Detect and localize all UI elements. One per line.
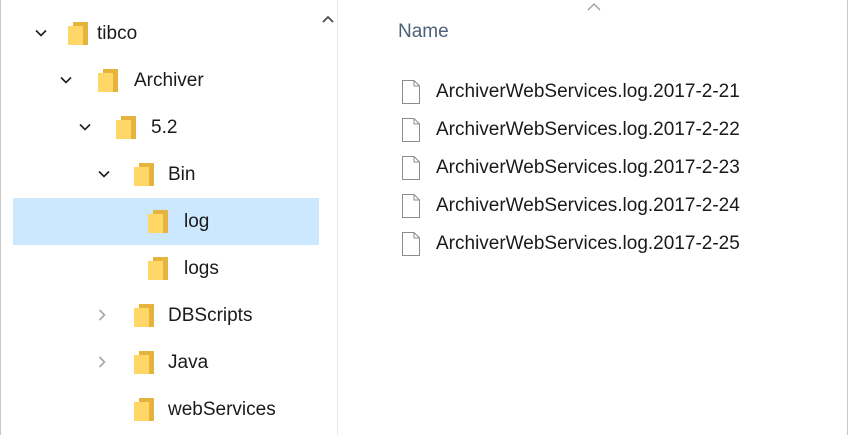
folder-icon bbox=[133, 350, 155, 375]
file-row[interactable]: ArchiverWebServices.log.2017-2-21 bbox=[398, 72, 838, 110]
file-explorer-window: tibco Archiver 5.2 Bin log logs DBScript… bbox=[0, 0, 848, 435]
file-list-pane: Name ArchiverWebServices.log.2017-2-21 A… bbox=[338, 0, 847, 435]
tree-item-logs[interactable]: logs bbox=[13, 245, 319, 292]
tree-item-webservices[interactable]: webServices bbox=[13, 386, 319, 433]
tree-item-label: DBScripts bbox=[168, 305, 253, 326]
chevron-down-icon[interactable] bbox=[33, 25, 49, 41]
tree-item-5-2[interactable]: 5.2 bbox=[13, 104, 319, 151]
folder-icon bbox=[147, 256, 169, 281]
file-row[interactable]: ArchiverWebServices.log.2017-2-23 bbox=[398, 148, 838, 186]
chevron-right-icon[interactable] bbox=[94, 354, 110, 370]
tree-item-label: webServices bbox=[168, 399, 276, 420]
file-row[interactable]: ArchiverWebServices.log.2017-2-22 bbox=[398, 110, 838, 148]
tree-item-label: logs bbox=[184, 258, 219, 279]
tree-item-dbscripts[interactable]: DBScripts bbox=[13, 292, 319, 339]
tree-item-bin[interactable]: Bin bbox=[13, 151, 319, 198]
file-name: ArchiverWebServices.log.2017-2-24 bbox=[436, 195, 740, 216]
file-name: ArchiverWebServices.log.2017-2-23 bbox=[436, 157, 740, 178]
folder-icon bbox=[97, 68, 119, 93]
folder-icon bbox=[133, 397, 155, 422]
navigation-scrollbar[interactable] bbox=[320, 0, 336, 435]
folder-icon bbox=[115, 115, 137, 140]
file-icon bbox=[401, 117, 421, 143]
file-name: ArchiverWebServices.log.2017-2-25 bbox=[436, 233, 740, 254]
folder-icon bbox=[67, 21, 89, 46]
file-row[interactable]: ArchiverWebServices.log.2017-2-25 bbox=[398, 224, 838, 262]
tree-item-log[interactable]: log bbox=[13, 198, 319, 245]
navigation-pane: tibco Archiver 5.2 Bin log logs DBScript… bbox=[1, 0, 319, 435]
tree-item-label: 5.2 bbox=[151, 117, 178, 138]
chevron-right-icon[interactable] bbox=[94, 307, 110, 323]
chevron-down-icon[interactable] bbox=[58, 72, 74, 88]
chevron-down-icon[interactable] bbox=[96, 166, 112, 182]
file-name: ArchiverWebServices.log.2017-2-21 bbox=[436, 81, 740, 102]
file-icon bbox=[401, 231, 421, 257]
chevron-down-icon[interactable] bbox=[77, 119, 93, 135]
tree-item-label: tibco bbox=[97, 23, 138, 44]
tree-item-java[interactable]: Java bbox=[13, 339, 319, 386]
tree-item-label: Bin bbox=[168, 164, 196, 185]
file-icon bbox=[401, 79, 421, 105]
file-row[interactable]: ArchiverWebServices.log.2017-2-24 bbox=[398, 186, 838, 224]
tree-item-tibco[interactable]: tibco bbox=[13, 10, 319, 57]
tree-item-label: Java bbox=[168, 352, 209, 373]
file-name: ArchiverWebServices.log.2017-2-22 bbox=[436, 119, 740, 140]
tree-item-label: Archiver bbox=[134, 70, 204, 91]
tree-item-label: log bbox=[184, 211, 210, 232]
file-icon bbox=[401, 155, 421, 181]
column-header-name[interactable]: Name bbox=[398, 20, 449, 44]
file-icon bbox=[401, 193, 421, 219]
folder-icon bbox=[133, 303, 155, 328]
sort-ascending-icon bbox=[587, 2, 601, 12]
folder-icon bbox=[147, 209, 169, 234]
tree-item-archiver[interactable]: Archiver bbox=[13, 57, 319, 104]
scroll-up-arrow-icon[interactable] bbox=[320, 12, 336, 28]
folder-icon bbox=[133, 162, 155, 187]
